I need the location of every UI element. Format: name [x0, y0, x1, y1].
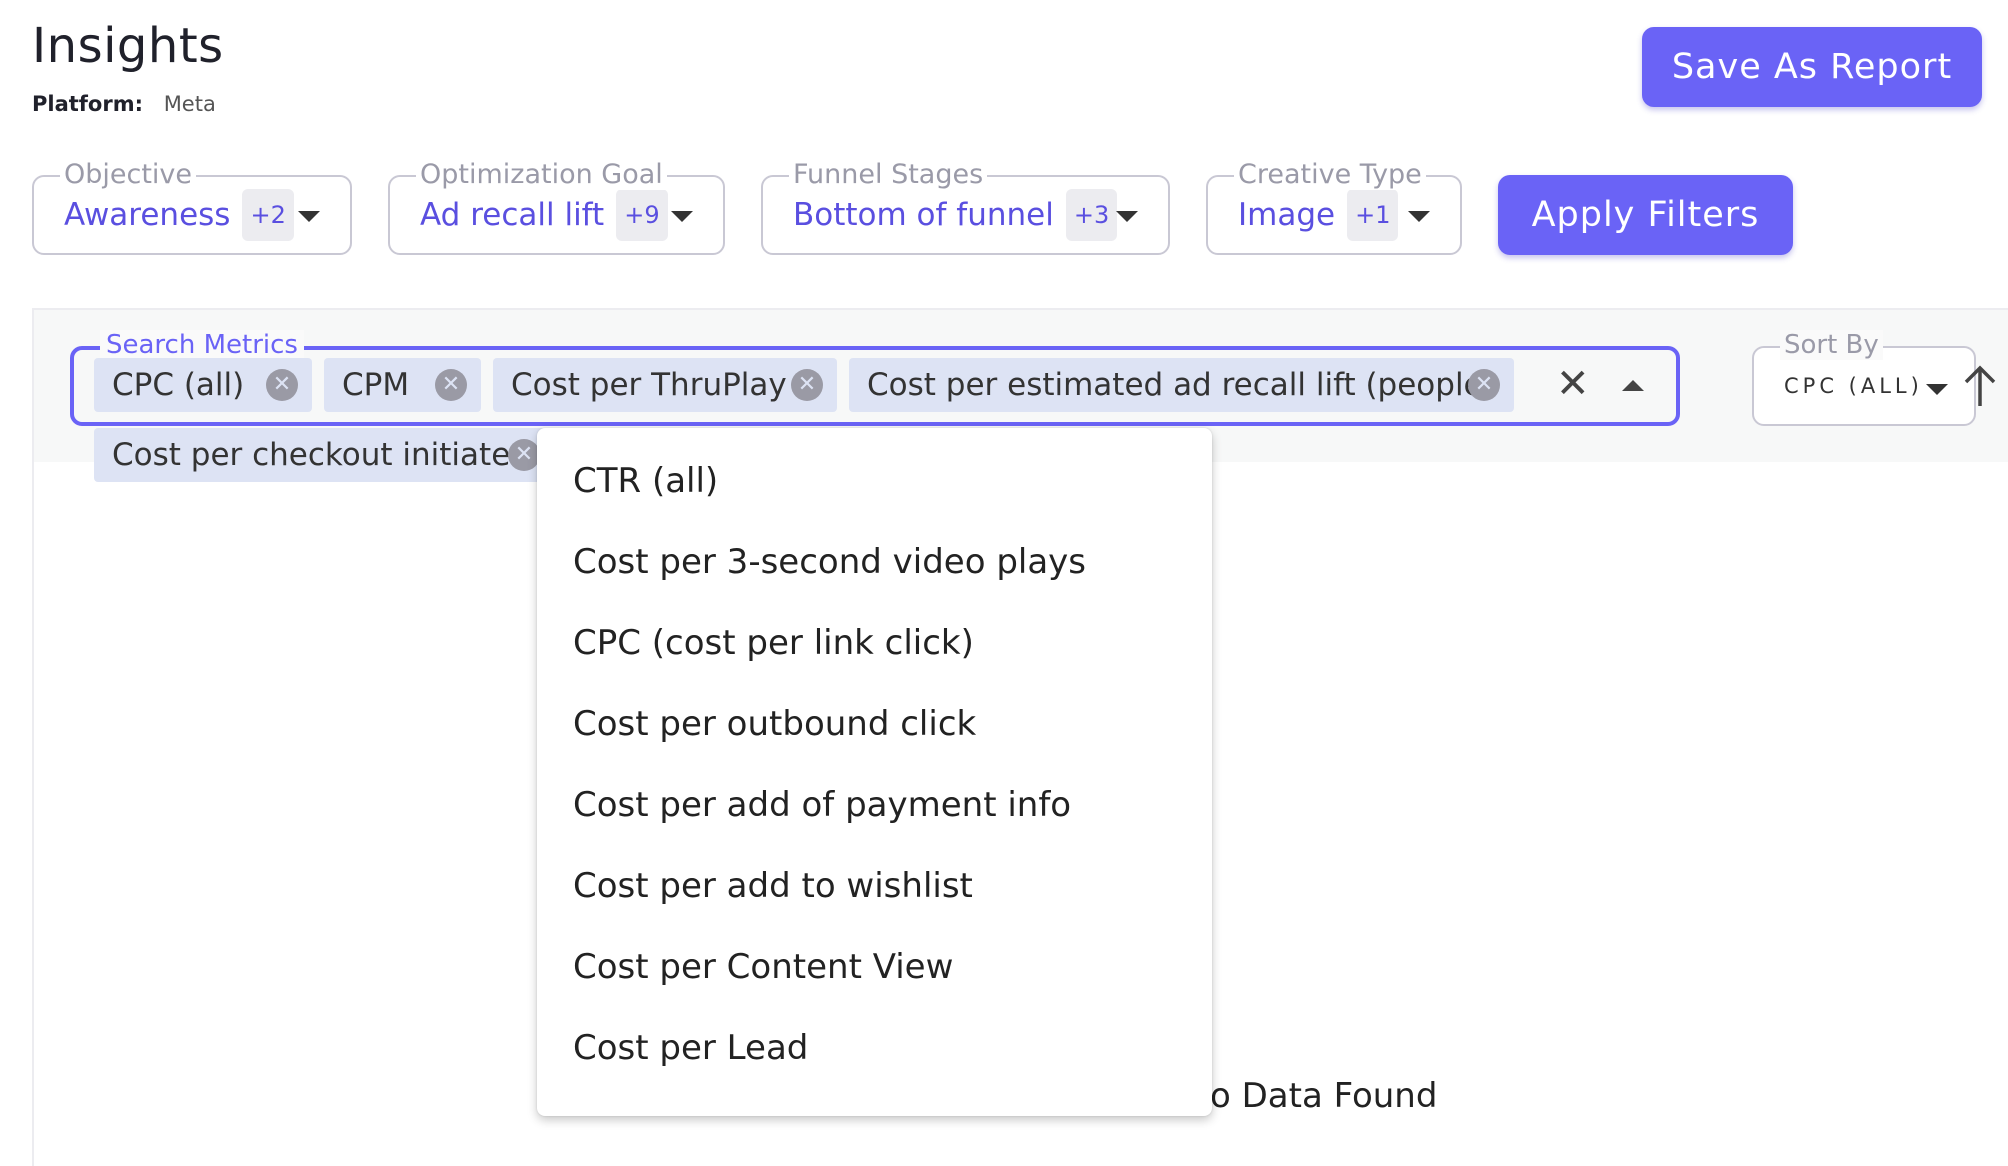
funnel-stages-filter[interactable]: Funnel Stages Bottom of funnel +3	[761, 159, 1170, 255]
funnel-stages-filter-label: Funnel Stages	[789, 159, 988, 190]
funnel-stages-filter-value: Bottom of funnel	[793, 197, 1054, 233]
metric-chip: Cost per ThruPlay ✕	[493, 358, 837, 412]
dropdown-option[interactable]: Cost per add of payment info	[537, 764, 1212, 845]
sort-by-value: CPC (ALL)	[1784, 374, 1923, 398]
metrics-options-dropdown: CTR (all) Cost per 3-second video plays …	[537, 428, 1212, 1116]
remove-chip-icon[interactable]: ✕	[508, 439, 540, 471]
optimization-goal-filter[interactable]: Optimization Goal Ad recall lift +9	[388, 159, 725, 255]
dropdown-option[interactable]: Cost per 3-second video plays	[537, 521, 1212, 602]
platform-info: Platform: Meta	[32, 92, 216, 116]
chevron-down-icon[interactable]	[298, 211, 320, 222]
apply-filters-button[interactable]: Apply Filters	[1498, 175, 1793, 255]
metric-chip-label: CPM	[342, 367, 410, 403]
objective-filter-label: Objective	[60, 159, 197, 190]
optimization-goal-filter-label: Optimization Goal	[416, 159, 667, 190]
chevron-down-icon[interactable]	[1408, 211, 1430, 222]
dropdown-option[interactable]: Cost per Lead	[537, 1007, 1212, 1088]
sort-direction-arrow-icon[interactable]	[1962, 364, 1998, 408]
creative-type-filter-label: Creative Type	[1234, 159, 1426, 190]
chevron-down-icon[interactable]	[1116, 211, 1138, 222]
metric-chip-label: Cost per estimated ad recall lift (peopl…	[867, 367, 1495, 403]
creative-type-filter-count-badge: +1	[1347, 189, 1399, 241]
sort-by-select[interactable]: Sort By CPC (ALL)	[1752, 330, 1976, 426]
platform-value: Meta	[163, 92, 216, 116]
objective-filter[interactable]: Objective Awareness +2	[32, 159, 352, 255]
dropdown-option[interactable]: Cost per add to wishlist	[537, 845, 1212, 926]
metric-chip-label: Cost per checkout initiated	[112, 437, 530, 473]
remove-chip-icon[interactable]: ✕	[1468, 369, 1500, 401]
chevron-down-icon[interactable]	[671, 211, 693, 222]
optimization-goal-filter-count-badge: +9	[616, 189, 668, 241]
metric-chip: Cost per estimated ad recall lift (peopl…	[849, 358, 1514, 412]
optimization-goal-filter-value: Ad recall lift	[420, 197, 605, 233]
remove-chip-icon[interactable]: ✕	[791, 369, 823, 401]
sort-by-label: Sort By	[1780, 330, 1883, 360]
save-as-report-button[interactable]: Save As Report	[1642, 27, 1982, 107]
objective-filter-value: Awareness	[64, 197, 231, 233]
metric-chip-label: Cost per ThruPlay	[511, 367, 787, 403]
chevron-down-icon	[1926, 384, 1948, 395]
creative-type-filter-value: Image	[1238, 197, 1336, 233]
dropdown-option[interactable]: Cost per outbound click	[537, 683, 1212, 764]
funnel-stages-filter-count-badge: +3	[1065, 189, 1118, 241]
dropdown-option[interactable]: CTR (all)	[537, 440, 1212, 521]
metric-chip: CPM ✕	[324, 358, 481, 412]
search-metrics-label: Search Metrics	[100, 330, 304, 360]
remove-chip-icon[interactable]: ✕	[435, 369, 467, 401]
metric-chip-label: CPC (all)	[112, 367, 245, 403]
dropdown-option[interactable]: CPC (cost per link click)	[537, 602, 1212, 683]
platform-label: Platform:	[32, 92, 143, 116]
creative-type-filter[interactable]: Creative Type Image +1	[1206, 159, 1462, 255]
remove-chip-icon[interactable]: ✕	[266, 369, 298, 401]
metric-chip: Cost per checkout initiated ✕	[94, 428, 554, 482]
no-data-message: o Data Found	[1210, 1076, 1438, 1116]
dropdown-option[interactable]: Cost per Content View	[537, 926, 1212, 1007]
metric-chip: CPC (all) ✕	[94, 358, 312, 412]
objective-filter-count-badge: +2	[242, 189, 294, 241]
chevron-up-icon[interactable]	[1622, 380, 1644, 391]
page-title: Insights	[32, 18, 224, 74]
clear-all-icon[interactable]: ✕	[1556, 364, 1590, 404]
